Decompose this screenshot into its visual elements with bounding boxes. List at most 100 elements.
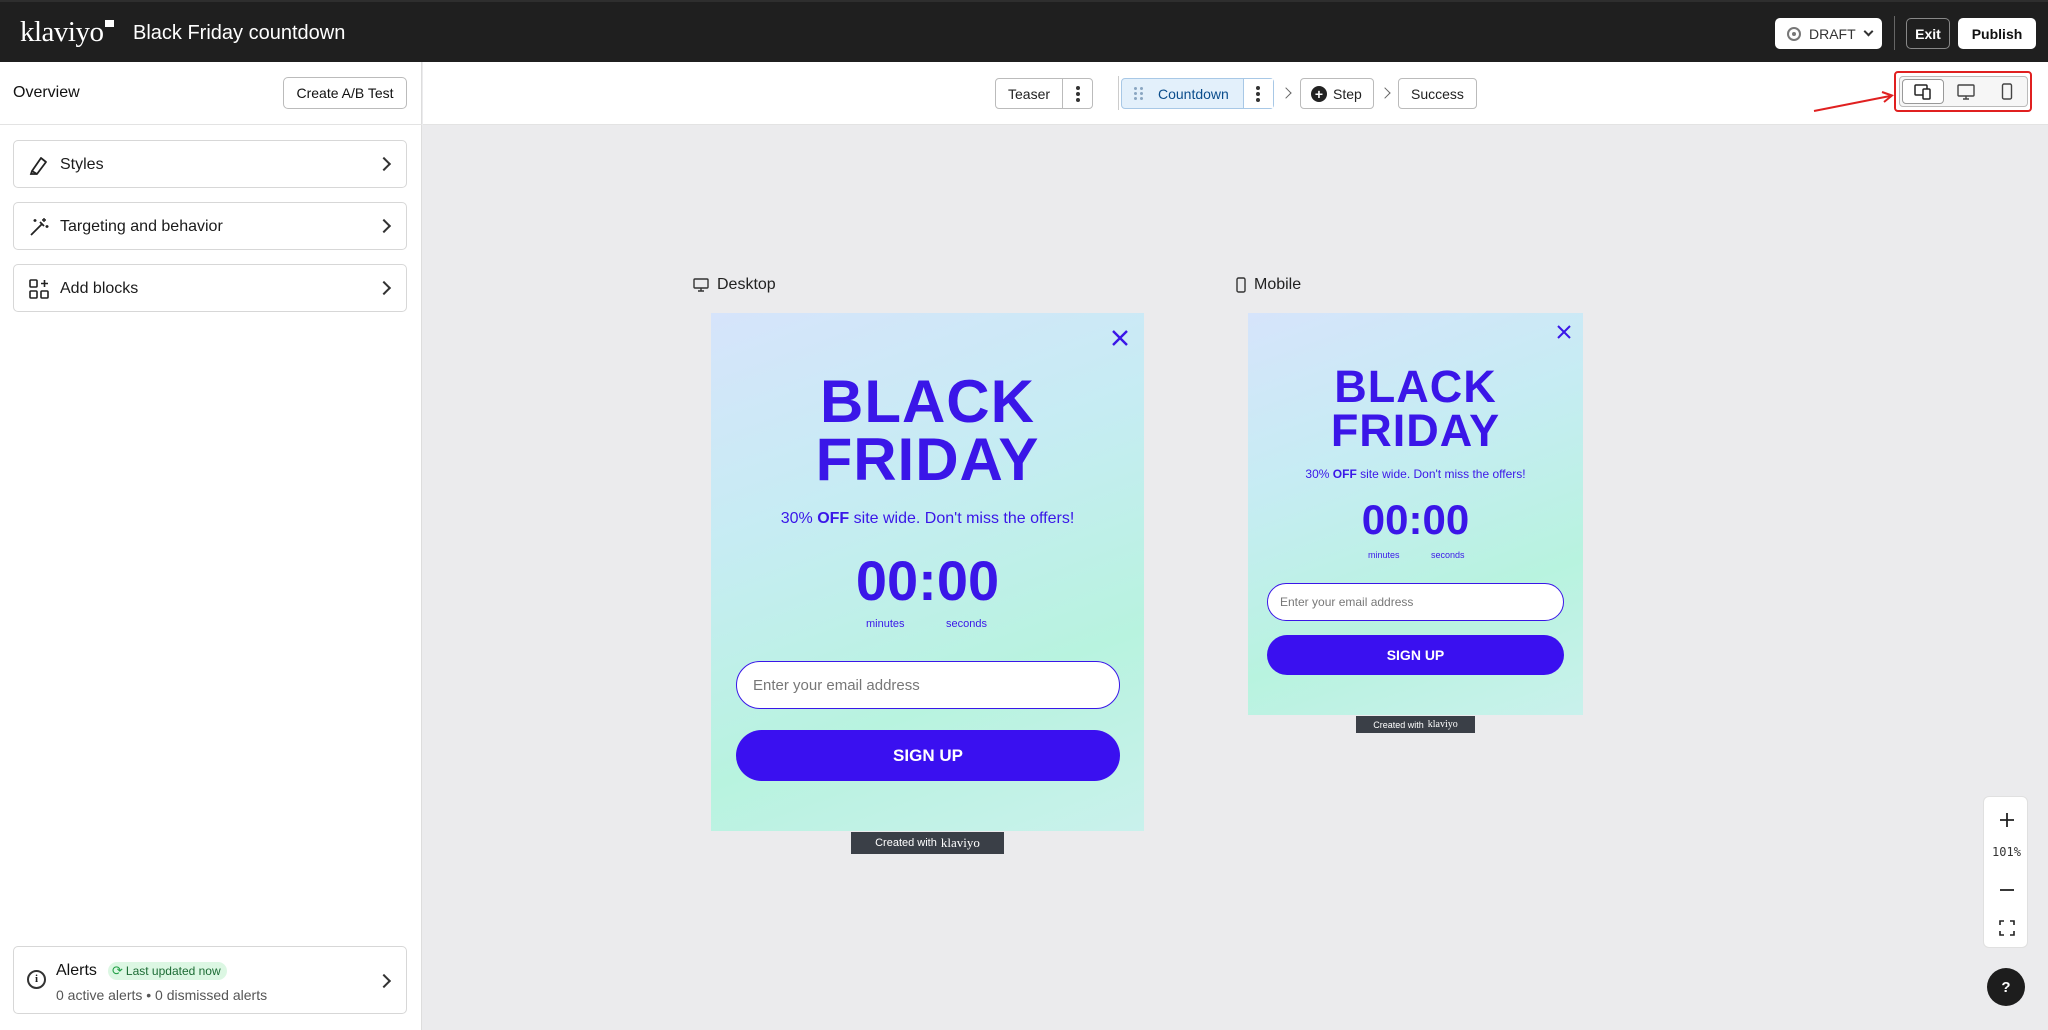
step-countdown-label: Countdown — [1158, 85, 1229, 102]
countdown-more-button[interactable] — [1242, 79, 1273, 108]
mobile-preview-label: Mobile — [1236, 276, 1301, 294]
minutes-label: minutes — [1368, 550, 1400, 560]
offer-prefix: 30% — [780, 510, 813, 527]
mobile-icon — [1236, 277, 1246, 293]
refresh-icon: ⟳ — [112, 963, 123, 978]
signup-button[interactable]: SIGN UP — [736, 730, 1120, 781]
step-success[interactable]: Success — [1398, 78, 1477, 109]
countdown-timer: 00:00 — [855, 549, 1000, 612]
created-with-badge: Created with klaviyo — [851, 832, 1004, 854]
headline-line1: BLACK — [1334, 361, 1497, 412]
step-countdown[interactable]: Countdown — [1121, 78, 1274, 109]
headline: BLACK FRIDAY — [711, 368, 1144, 490]
headline-line1: BLACK — [820, 368, 1035, 435]
add-step-button[interactable]: + Step — [1300, 78, 1374, 109]
exit-button[interactable]: Exit — [1906, 18, 1950, 49]
form-title: Black Friday countdown — [133, 22, 346, 44]
mobile-label: Mobile — [1254, 276, 1302, 293]
zoom-control: 101% — [1983, 796, 2028, 948]
desktop-popup: BLACK FRIDAY 30% OFF site wide. Don't mi… — [711, 313, 1144, 831]
status-badge: ⟳ Last updated now — [108, 962, 227, 980]
add-step-label: Step — [1333, 85, 1362, 102]
chevron-right-icon — [376, 280, 392, 296]
offer-prefix: 30% — [1305, 467, 1330, 481]
plus-circle-icon: + — [1311, 85, 1327, 102]
zoom-out-button[interactable] — [1984, 875, 2029, 905]
close-icon[interactable] — [1110, 328, 1130, 348]
status-label: DRAFT — [1809, 25, 1856, 42]
chevron-right-icon — [376, 156, 392, 172]
credit-prefix: Created with — [1373, 719, 1424, 730]
offer-suffix: site wide. Don't miss the offers! — [1360, 467, 1526, 481]
desktop-preview-label: Desktop — [693, 276, 776, 294]
chevron-down-icon — [1863, 26, 1874, 37]
create-ab-test-button[interactable]: Create A/B Test — [283, 77, 407, 109]
alerts-panel[interactable]: i Alerts ⟳ Last updated now 0 active aler… — [13, 946, 407, 1014]
targeting-panel[interactable]: Targeting and behavior — [13, 202, 407, 250]
add-blocks-icon — [29, 279, 49, 299]
drag-handle-icon[interactable] — [1134, 86, 1144, 101]
countdown-timer: 00:00 — [1361, 496, 1470, 543]
zoom-level: 101% — [1992, 845, 2021, 859]
chevron-right-icon — [376, 973, 392, 989]
info-icon: i — [27, 970, 46, 989]
step-success-label: Success — [1411, 85, 1464, 102]
email-field[interactable]: Enter your email address — [1267, 583, 1564, 621]
annotation-highlight-box — [1894, 71, 2032, 112]
step-teaser-label: Teaser — [1008, 85, 1051, 102]
chevron-right-icon — [1379, 87, 1391, 99]
sidebar: Overview Create A/B Test Styles Targetin… — [0, 62, 422, 1030]
klaviyo-logo[interactable]: klaviyo — [20, 16, 114, 49]
alerts-title: Alerts — [56, 962, 97, 979]
minutes-label: minutes — [866, 618, 905, 630]
logo-text: klaviyo — [20, 16, 104, 48]
teaser-more-button[interactable] — [1062, 79, 1092, 108]
sidebar-header: Overview Create A/B Test — [0, 62, 422, 125]
status-dropdown[interactable]: DRAFT — [1775, 18, 1882, 49]
chevron-right-icon — [1280, 87, 1292, 99]
email-placeholder: Enter your email address — [1280, 595, 1414, 609]
minus-icon — [1999, 889, 2014, 891]
headline: BLACK FRIDAY — [1248, 361, 1583, 456]
step-bar: Teaser Countdown + Step Success — [423, 62, 2048, 125]
publish-button[interactable]: Publish — [1958, 18, 2036, 49]
signup-button[interactable]: SIGN UP — [1267, 635, 1564, 675]
add-blocks-panel[interactable]: Add blocks — [13, 264, 407, 312]
plus-icon — [1999, 813, 2014, 827]
email-field[interactable]: Enter your email address — [736, 661, 1120, 709]
step-teaser[interactable]: Teaser — [995, 78, 1094, 109]
panel-label-targeting: Targeting and behavior — [60, 218, 223, 235]
desktop-label: Desktop — [717, 276, 776, 293]
step-divider — [1118, 76, 1119, 110]
created-with-badge: Created with klaviyo — [1356, 716, 1475, 733]
annotation-arrow-icon — [1813, 91, 1895, 112]
help-button[interactable]: ? — [1987, 968, 2025, 1006]
seconds-label: seconds — [946, 618, 987, 630]
mobile-popup: BLACK FRIDAY 30% OFF site wide. Don't mi… — [1248, 313, 1583, 715]
panel-label-add-blocks: Add blocks — [60, 280, 139, 297]
zoom-in-button[interactable] — [1984, 805, 2029, 835]
credit-brand: klaviyo — [1427, 719, 1458, 730]
offer-suffix: site wide. Don't miss the offers! — [853, 510, 1075, 527]
magic-wand-icon — [30, 218, 49, 236]
email-placeholder: Enter your email address — [753, 676, 920, 694]
styles-panel[interactable]: Styles — [13, 140, 407, 188]
credit-brand: klaviyo — [940, 835, 980, 850]
badge-text: Last updated now — [125, 964, 221, 978]
paintbrush-icon — [29, 157, 47, 175]
kebab-icon — [1075, 85, 1080, 102]
fullscreen-icon — [1998, 920, 2015, 936]
offer-text: 30% OFF site wide. Don't miss the offers… — [1248, 467, 1583, 481]
fullscreen-button[interactable] — [1984, 913, 2029, 943]
draft-status-icon — [1787, 26, 1801, 41]
toolbar-divider — [1894, 16, 1895, 50]
chevron-right-icon — [376, 218, 392, 234]
credit-prefix: Created with — [875, 837, 937, 849]
desktop-icon — [693, 278, 709, 292]
alerts-summary: 0 active alerts • 0 dismissed alerts — [56, 987, 268, 1003]
close-icon[interactable] — [1556, 324, 1572, 340]
headline-line2: FRIDAY — [1330, 405, 1501, 456]
overview-label: Overview — [13, 84, 80, 101]
logo-flag-icon — [104, 20, 114, 27]
offer-bold: OFF — [817, 510, 850, 527]
